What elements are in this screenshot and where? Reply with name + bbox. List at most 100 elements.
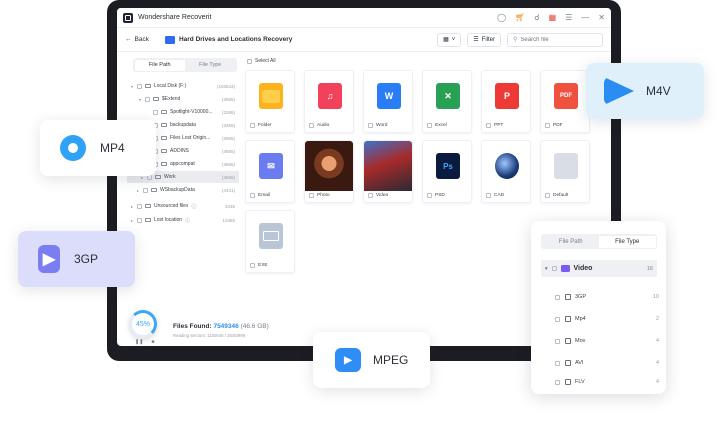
card-m4v: M4V bbox=[586, 63, 704, 119]
app-title: Wondershare Recoverit bbox=[138, 14, 212, 21]
panel-row-flv[interactable]: FLV 4 bbox=[555, 377, 659, 387]
checkbox[interactable] bbox=[143, 187, 148, 193]
word-doc-icon: W bbox=[377, 83, 401, 109]
files-found-count: 7549346 bbox=[213, 323, 239, 330]
tile-folder[interactable]: Folder bbox=[245, 70, 295, 133]
caret-down-icon[interactable]: ▾ bbox=[545, 266, 548, 272]
files-found-label: Files Found: bbox=[173, 323, 212, 330]
checkbox[interactable] bbox=[137, 217, 142, 223]
video-icon bbox=[560, 265, 570, 272]
tree-row-label: Spotlight-V10000... bbox=[170, 109, 213, 115]
tile-label: Default bbox=[553, 193, 569, 198]
checkbox[interactable] bbox=[309, 193, 314, 198]
tree-row-count: 13455 bbox=[222, 217, 235, 223]
tab-file-type[interactable]: File Type bbox=[185, 60, 236, 71]
video-file-icon bbox=[565, 316, 571, 322]
close-icon[interactable]: ✕ bbox=[598, 13, 605, 22]
menu-icon[interactable]: ☰ bbox=[565, 13, 572, 22]
checkbox[interactable] bbox=[555, 360, 560, 366]
gift-icon[interactable]: ▦ bbox=[549, 13, 557, 22]
tile-word[interactable]: W Word bbox=[363, 70, 413, 133]
checkbox[interactable] bbox=[486, 123, 491, 128]
stop-icon[interactable]: ■ bbox=[151, 339, 154, 345]
tile-video[interactable]: Video bbox=[363, 140, 413, 203]
tile-ppt[interactable]: P PPT bbox=[481, 70, 531, 133]
tile-pdf[interactable]: PDF PDF bbox=[540, 70, 590, 133]
checkbox[interactable] bbox=[250, 263, 255, 268]
checkbox[interactable] bbox=[153, 109, 158, 115]
checkbox[interactable] bbox=[250, 193, 255, 198]
search-box: ⚲ bbox=[507, 32, 603, 47]
tile-default[interactable]: Default bbox=[540, 140, 590, 203]
tile-cad[interactable]: CAD bbox=[481, 140, 531, 203]
filter-button[interactable]: ☰ Filter bbox=[467, 32, 501, 47]
search-input[interactable] bbox=[520, 36, 595, 43]
checkbox[interactable] bbox=[555, 338, 560, 344]
panel-row-mp4[interactable]: Mp4 2 bbox=[555, 314, 659, 324]
tile-photo[interactable]: Photo bbox=[304, 140, 354, 203]
cart-icon[interactable]: 🛒︎ bbox=[515, 13, 525, 22]
checkbox[interactable] bbox=[145, 96, 150, 102]
tile-email[interactable]: ✉ Email bbox=[245, 140, 295, 203]
tree-row-count: (3565) bbox=[221, 148, 235, 154]
tree-row-unsourced-files[interactable]: ▸ Unsourced files ⓘ 3435 bbox=[127, 200, 239, 212]
checkbox[interactable] bbox=[309, 123, 314, 128]
tree-row-extend[interactable]: ▾ $Extend (3565) bbox=[127, 93, 239, 105]
checkbox[interactable] bbox=[551, 266, 557, 271]
photo-thumbnail bbox=[305, 141, 353, 191]
help-icon[interactable]: ⓘ bbox=[191, 203, 196, 210]
ppt-doc-icon: P bbox=[495, 83, 519, 109]
minimize-icon[interactable]: — bbox=[581, 13, 589, 22]
card-mp4-label: MP4 bbox=[100, 141, 125, 155]
grid-view-icon: ▦ bbox=[443, 37, 449, 43]
row-count: 4 bbox=[655, 360, 659, 366]
checkbox[interactable] bbox=[555, 316, 560, 322]
tile-exe[interactable]: EXE bbox=[245, 210, 295, 273]
tree-row-label: $Extend bbox=[162, 96, 181, 102]
checkbox[interactable] bbox=[545, 123, 550, 128]
back-button[interactable]: ← Back bbox=[125, 36, 149, 43]
tree-row-lost-location[interactable]: ▸ Lost location ⓘ 13455 bbox=[127, 214, 239, 226]
pause-icon[interactable]: ❚❚ bbox=[135, 339, 143, 345]
checkbox[interactable] bbox=[427, 193, 432, 198]
tree-row-local-disk[interactable]: ▾ Local Disk (F:) (193543) bbox=[127, 80, 239, 92]
row-label: Mov bbox=[575, 338, 586, 344]
headset-icon[interactable]: ☌ bbox=[534, 13, 539, 22]
tree-row-label: backupdata bbox=[170, 122, 196, 128]
checkbox[interactable] bbox=[137, 83, 142, 89]
checkbox[interactable] bbox=[427, 123, 432, 128]
tree-row-wsbackupdata[interactable]: ▸ WSbackupData (4431) bbox=[127, 184, 239, 196]
panel-row-avi[interactable]: AVI 4 bbox=[555, 358, 659, 368]
row-count: 4 bbox=[655, 379, 659, 385]
checkbox[interactable] bbox=[368, 193, 373, 198]
excel-doc-icon: ✕ bbox=[436, 83, 460, 109]
row-label: Mp4 bbox=[575, 316, 586, 322]
tile-excel[interactable]: ✕ Excel bbox=[422, 70, 472, 133]
help-icon[interactable]: ⓘ bbox=[185, 217, 190, 224]
checkbox[interactable] bbox=[368, 123, 373, 128]
checkbox[interactable] bbox=[555, 294, 560, 300]
tile-psd[interactable]: Ps PSD bbox=[422, 140, 472, 203]
tab-file-path[interactable]: File Path bbox=[134, 59, 185, 71]
panel-tab-file-type[interactable]: File Type bbox=[599, 235, 656, 248]
tree-row-spotlight[interactable]: Spotlight-V10000... (2265) bbox=[127, 106, 239, 118]
user-icon[interactable]: ◯ bbox=[497, 13, 506, 22]
checkbox[interactable] bbox=[555, 379, 560, 385]
checkbox[interactable] bbox=[545, 193, 550, 198]
checkbox[interactable] bbox=[137, 203, 142, 209]
folder-icon bbox=[161, 122, 167, 128]
tile-label: CAD bbox=[494, 193, 505, 198]
panel-row-3gp[interactable]: 3GP 10 bbox=[555, 292, 659, 302]
folder-icon bbox=[145, 217, 151, 223]
panel-row-mov[interactable]: Mov 4 bbox=[555, 336, 659, 346]
checkbox[interactable] bbox=[250, 123, 255, 128]
select-all[interactable]: Select All bbox=[247, 58, 276, 64]
panel-tab-file-path[interactable]: File Path bbox=[543, 236, 600, 248]
checkbox[interactable] bbox=[486, 193, 491, 198]
view-toggle-button[interactable]: ▦ ˅ bbox=[437, 32, 462, 47]
select-all-checkbox[interactable] bbox=[247, 58, 252, 64]
video-category-row[interactable]: ▾ Video 16 bbox=[541, 260, 657, 277]
tile-audio[interactable]: ♫ Audio bbox=[304, 70, 354, 133]
folder-icon bbox=[259, 83, 283, 109]
3gp-icon: ▶ bbox=[38, 245, 60, 273]
